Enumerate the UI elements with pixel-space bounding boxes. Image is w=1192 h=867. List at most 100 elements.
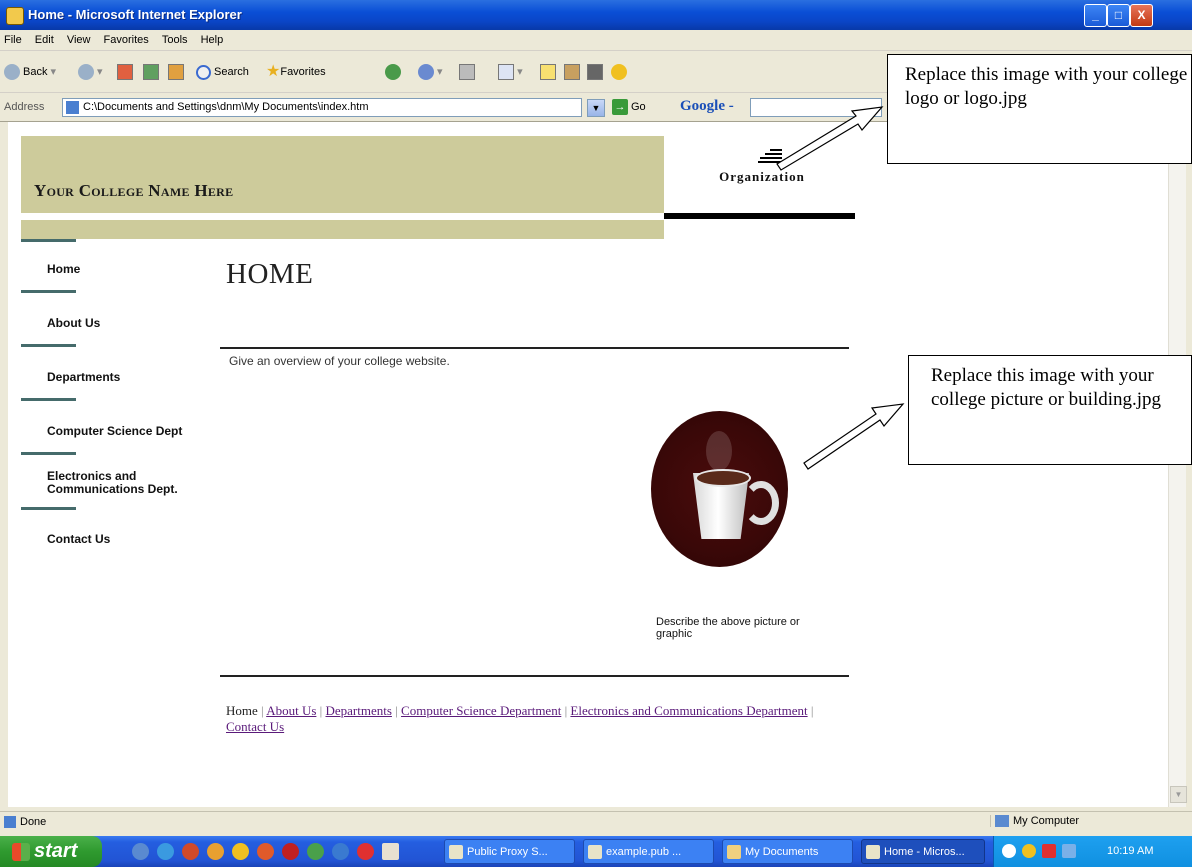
back-button[interactable]: Back ▾ xyxy=(4,61,56,83)
security-zone: My Computer xyxy=(990,815,1079,828)
minimize-button[interactable]: _ xyxy=(1084,4,1107,27)
nav-separator xyxy=(21,344,76,347)
quicklaunch-app4-icon[interactable] xyxy=(332,843,349,860)
page-icon xyxy=(66,101,79,114)
search-icon xyxy=(196,64,211,80)
windows-taskbar: start Public Proxy S... example.pub ... … xyxy=(0,836,1192,867)
search-button[interactable]: Search xyxy=(196,61,249,83)
quicklaunch-app2-icon[interactable] xyxy=(282,843,299,860)
go-arrow-icon: → xyxy=(612,99,628,115)
quicklaunch-app5-icon[interactable] xyxy=(357,843,374,860)
forward-button[interactable]: ▾ xyxy=(78,61,103,83)
stop-icon xyxy=(117,64,133,81)
discuss-button[interactable] xyxy=(540,61,556,83)
print-button[interactable] xyxy=(459,61,475,83)
start-button[interactable]: start xyxy=(0,836,102,867)
quicklaunch-ie-icon[interactable] xyxy=(157,843,174,860)
ie-status-icon xyxy=(4,816,16,829)
ie-task-icon xyxy=(449,845,463,859)
banner-strip xyxy=(21,220,664,239)
google-search-input[interactable] xyxy=(750,98,882,117)
smiley-button[interactable] xyxy=(611,61,630,83)
messenger-button[interactable] xyxy=(587,61,603,83)
forward-arrow-icon xyxy=(78,64,94,81)
tray-security-icon[interactable] xyxy=(1042,844,1056,858)
quicklaunch-messenger-icon[interactable] xyxy=(207,843,224,860)
quicklaunch-word-icon[interactable] xyxy=(382,843,399,860)
menu-file[interactable]: File xyxy=(0,30,27,50)
favorites-button[interactable]: ★Favorites xyxy=(266,61,326,83)
footer-link-contact-us[interactable]: Contact Us xyxy=(226,719,284,734)
address-input[interactable]: C:\Documents and Settings\dnm\My Documen… xyxy=(62,98,582,117)
research-icon xyxy=(564,64,580,81)
nav-item-about-us[interactable]: About Us xyxy=(47,317,100,330)
quicklaunch-app-icon[interactable] xyxy=(182,843,199,860)
task-home-ie[interactable]: Home - Micros... xyxy=(861,839,985,864)
image-caption: Describe the above picture or graphic xyxy=(656,616,800,640)
nav-separator xyxy=(21,452,76,455)
nav-separator xyxy=(21,398,76,401)
quicklaunch-media-icon[interactable] xyxy=(232,843,249,860)
organization-logo[interactable]: Organization xyxy=(702,147,842,192)
word-button[interactable]: ▾ xyxy=(498,61,523,83)
maximize-button[interactable]: □ xyxy=(1107,4,1130,27)
tray-messenger-icon[interactable] xyxy=(1022,844,1036,858)
nav-item-departments[interactable]: Departments xyxy=(47,371,120,384)
clock[interactable]: 10:19 AM xyxy=(1107,845,1153,857)
nav-item-electronics[interactable]: Electronics and Communications Dept. xyxy=(47,470,197,496)
messenger-icon xyxy=(587,64,603,81)
page-title: HOME xyxy=(226,258,314,290)
smiley-icon xyxy=(611,64,627,81)
task-my-documents[interactable]: My Documents xyxy=(722,839,853,864)
title-rule xyxy=(220,347,849,349)
mail-icon xyxy=(418,64,434,81)
quicklaunch-tool-icon[interactable] xyxy=(257,843,274,860)
footer-home: Home xyxy=(226,703,258,718)
home-button[interactable] xyxy=(168,61,184,83)
college-banner: Your College Name Here xyxy=(21,136,664,213)
task-public-proxy[interactable]: Public Proxy S... xyxy=(444,839,575,864)
nav-item-home[interactable]: Home xyxy=(47,263,80,276)
address-label: Address xyxy=(4,101,45,113)
refresh-button[interactable] xyxy=(143,61,159,83)
quicklaunch-app3-icon[interactable] xyxy=(307,843,324,860)
task-example-pub[interactable]: example.pub ... xyxy=(583,839,714,864)
go-button[interactable]: → Go xyxy=(612,99,646,115)
menu-help[interactable]: Help xyxy=(196,30,229,50)
window-title-bar[interactable]: Home - Microsoft Internet Explorer _ □ X xyxy=(0,0,1192,30)
stop-button[interactable] xyxy=(117,61,133,83)
nav-item-contact-us[interactable]: Contact Us xyxy=(47,533,110,546)
banner-divider xyxy=(21,213,664,220)
footer-link-computer-science[interactable]: Computer Science Department xyxy=(401,703,561,718)
folder-icon xyxy=(727,845,741,859)
tray-chevron-icon[interactable] xyxy=(1002,844,1016,858)
quicklaunch-desktop-icon[interactable] xyxy=(132,843,149,860)
mail-button[interactable]: ▾ xyxy=(418,61,443,83)
refresh-icon xyxy=(143,64,159,81)
footer-rule xyxy=(220,675,849,677)
address-dropdown-button[interactable]: ▼ xyxy=(587,99,605,117)
tray-network-icon[interactable] xyxy=(1062,844,1076,858)
menu-view[interactable]: View xyxy=(62,30,96,50)
nav-item-computer-science[interactable]: Computer Science Dept xyxy=(47,425,182,438)
note-icon xyxy=(540,64,556,81)
status-bar: Done My Computer xyxy=(0,811,1192,834)
menu-tools[interactable]: Tools xyxy=(157,30,193,50)
menu-edit[interactable]: Edit xyxy=(30,30,59,50)
nav-separator xyxy=(21,507,76,510)
media-icon xyxy=(385,64,401,81)
scroll-down-button[interactable]: ▼ xyxy=(1170,786,1187,803)
footer-link-electronics[interactable]: Electronics and Communications Departmen… xyxy=(570,703,807,718)
logo-mark-icon xyxy=(758,149,782,165)
footer-link-departments[interactable]: Departments xyxy=(326,703,392,718)
research-button[interactable] xyxy=(564,61,580,83)
home-icon xyxy=(168,64,184,81)
google-toolbar-button[interactable]: Google - xyxy=(680,98,734,115)
windows-flag-icon xyxy=(12,842,30,861)
system-tray: 10:19 AM xyxy=(993,836,1192,867)
logo-callout: Replace this image with your college log… xyxy=(887,54,1192,164)
menu-favorites[interactable]: Favorites xyxy=(99,30,154,50)
close-button[interactable]: X xyxy=(1130,4,1153,27)
media-button[interactable] xyxy=(385,61,404,83)
footer-link-about-us[interactable]: About Us xyxy=(266,703,316,718)
